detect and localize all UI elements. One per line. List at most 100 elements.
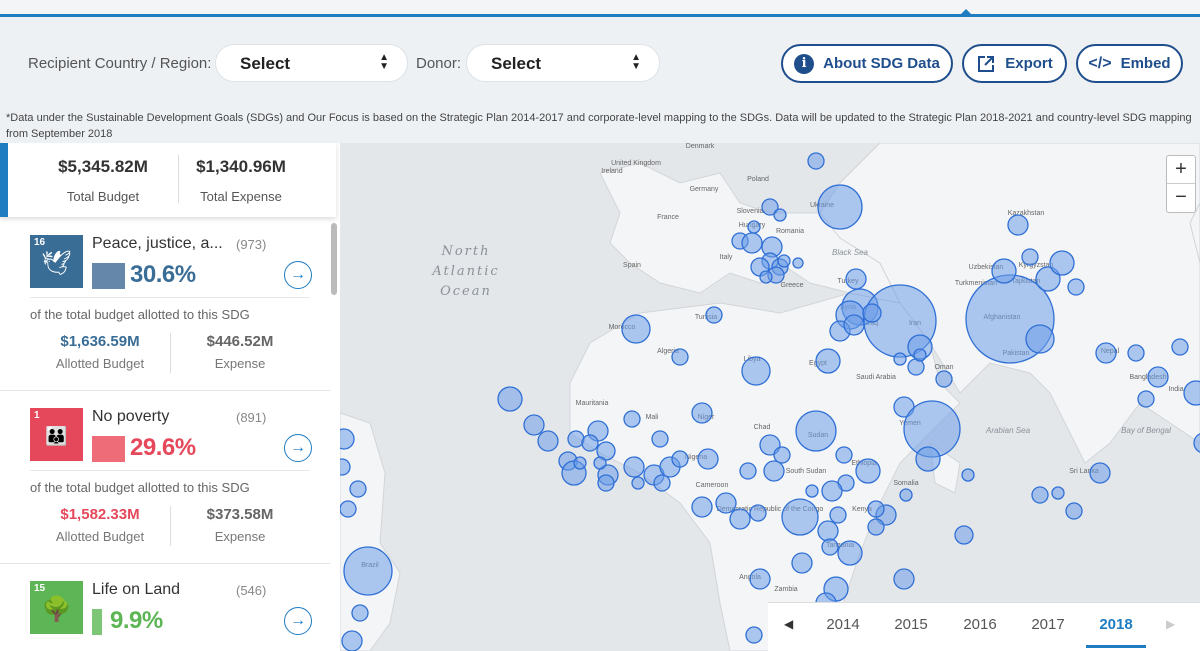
project-bubble[interactable] [340, 500, 357, 518]
prev-year-icon[interactable]: ◀ [784, 617, 793, 631]
project-bubble[interactable] [829, 506, 847, 524]
project-bubble[interactable] [815, 348, 841, 374]
project-bubble[interactable] [1007, 214, 1029, 236]
project-bubble[interactable] [893, 568, 915, 590]
arrow-right-icon[interactable]: → [284, 261, 312, 289]
project-bubble[interactable] [1025, 324, 1055, 354]
project-bubble[interactable] [340, 458, 351, 476]
zoom-out-button[interactable]: − [1167, 184, 1195, 212]
year-2014[interactable]: 2014 [813, 616, 873, 633]
project-bubble[interactable] [739, 462, 757, 480]
project-bubble[interactable] [773, 208, 787, 222]
arrow-right-icon[interactable]: → [284, 434, 312, 462]
project-bubble[interactable] [795, 410, 837, 452]
project-bubble[interactable] [741, 232, 763, 254]
project-bubble[interactable] [1021, 248, 1039, 266]
recipient-select[interactable]: Select ▲ ▼ [215, 44, 408, 82]
project-bubble[interactable] [653, 474, 671, 492]
project-bubble[interactable] [349, 480, 367, 498]
project-bubble[interactable] [1051, 486, 1065, 500]
project-bubble[interactable] [593, 456, 607, 470]
year-2017[interactable]: 2017 [1018, 616, 1078, 633]
project-bubble[interactable] [855, 458, 881, 484]
project-bubble[interactable] [817, 184, 863, 230]
project-bubble[interactable] [691, 496, 713, 518]
project-bubble[interactable] [763, 460, 785, 482]
project-bubble[interactable] [817, 520, 839, 542]
sdg-card-16[interactable]: 16 🕊 Peace, justice, a... (973) 30.6% → … [0, 223, 330, 391]
project-bubble[interactable] [340, 428, 355, 450]
project-bubble[interactable] [341, 630, 363, 651]
project-bubble[interactable] [991, 258, 1017, 284]
zoom-in-button[interactable]: + [1167, 156, 1195, 184]
project-bubble[interactable] [343, 546, 393, 596]
project-bubble[interactable] [805, 484, 819, 498]
project-bubble[interactable] [705, 306, 723, 324]
project-bubble[interactable] [671, 348, 689, 366]
project-bubble[interactable] [1089, 462, 1111, 484]
sidebar-scrollbar[interactable] [331, 223, 337, 295]
project-bubble[interactable] [862, 303, 882, 323]
project-bubble[interactable] [621, 314, 651, 344]
project-bubble[interactable] [759, 270, 773, 284]
sdg-card-15[interactable]: 15 🌳 Life on Land (546) 9.9% → [0, 569, 330, 651]
project-bubble[interactable] [741, 356, 771, 386]
project-bubble[interactable] [1067, 278, 1085, 296]
project-bubble[interactable] [715, 492, 737, 514]
project-bubble[interactable] [961, 468, 975, 482]
project-bubble[interactable] [631, 476, 645, 490]
project-bubble[interactable] [573, 456, 587, 470]
project-bubble[interactable] [749, 568, 771, 590]
project-bubble[interactable] [1049, 250, 1075, 276]
project-bubble[interactable] [1171, 338, 1189, 356]
project-bubble[interactable] [623, 456, 645, 478]
project-bubble[interactable] [821, 480, 843, 502]
project-bubble[interactable] [497, 386, 523, 412]
arrow-right-icon[interactable]: → [284, 607, 312, 635]
project-bubble[interactable] [745, 626, 763, 644]
next-year-icon[interactable]: ▶ [1166, 617, 1175, 631]
project-bubble[interactable] [597, 474, 615, 492]
project-bubble[interactable] [351, 604, 369, 622]
project-bubble[interactable] [1127, 344, 1145, 362]
project-bubble[interactable] [837, 540, 863, 566]
project-bubble[interactable] [729, 508, 751, 530]
project-bubble[interactable] [867, 518, 885, 536]
project-bubble[interactable] [954, 525, 974, 545]
project-bubble[interactable] [792, 257, 804, 269]
project-bubble[interactable] [913, 348, 927, 362]
project-bubble[interactable] [807, 152, 825, 170]
project-bubble[interactable] [537, 430, 559, 452]
world-map[interactable]: Denmark United Kingdom Ireland Germany Polan… [340, 143, 1200, 651]
project-bubble[interactable] [1147, 366, 1169, 388]
project-bubble[interactable] [843, 314, 865, 336]
about-sdg-data-button[interactable]: i About SDG Data [781, 44, 953, 83]
project-bubble[interactable] [749, 504, 767, 522]
project-bubble[interactable] [773, 446, 791, 464]
project-bubble[interactable] [747, 220, 761, 234]
project-bubble[interactable] [523, 414, 545, 436]
project-bubble[interactable] [899, 488, 913, 502]
project-bubble[interactable] [1137, 390, 1155, 408]
project-bubble[interactable] [777, 254, 791, 268]
embed-button[interactable]: </> Embed [1076, 44, 1183, 83]
project-bubble[interactable] [671, 450, 689, 468]
project-bubble[interactable] [581, 434, 599, 452]
project-bubble[interactable] [935, 370, 953, 388]
project-bubble[interactable] [835, 446, 853, 464]
project-bubble[interactable] [1095, 342, 1117, 364]
sdg-card-1[interactable]: 1 👪 No poverty (891) 29.6% → of the tota… [0, 396, 330, 564]
project-bubble[interactable] [845, 268, 867, 290]
project-bubble[interactable] [791, 552, 813, 574]
project-bubble[interactable] [623, 410, 641, 428]
project-bubble[interactable] [697, 448, 719, 470]
project-bubble[interactable] [821, 538, 839, 556]
project-bubble[interactable] [893, 352, 907, 366]
project-bubble[interactable] [1065, 502, 1083, 520]
year-2015[interactable]: 2015 [881, 616, 941, 633]
project-bubble[interactable] [651, 430, 669, 448]
project-bubble[interactable] [915, 446, 941, 472]
project-bubble[interactable] [781, 498, 819, 536]
project-bubble[interactable] [1031, 486, 1049, 504]
project-bubble[interactable] [691, 402, 713, 424]
